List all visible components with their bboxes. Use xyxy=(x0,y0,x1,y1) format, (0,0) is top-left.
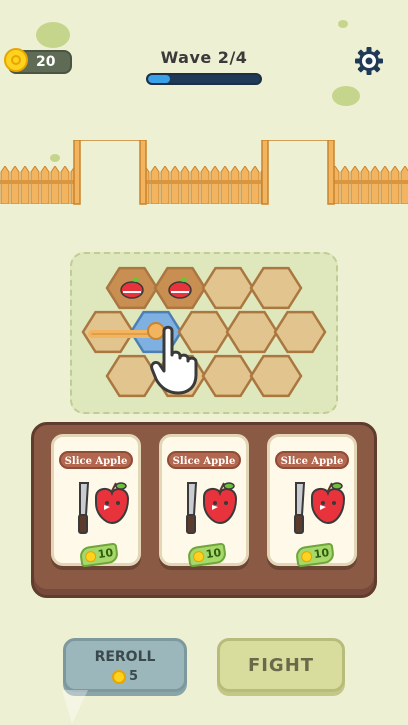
coin-icon xyxy=(192,550,205,563)
fight-label: FIGHT xyxy=(247,655,315,676)
coin-icon xyxy=(300,550,313,563)
knife-icon xyxy=(186,482,198,534)
card-title: Slice Apple xyxy=(275,451,349,469)
card-price: 10 xyxy=(205,546,223,562)
reroll-button[interactable]: REROLL 5 xyxy=(63,638,187,692)
card-price-tag: 10 xyxy=(186,542,228,568)
hex-slot[interactable] xyxy=(249,354,303,398)
hex-slot[interactable] xyxy=(249,266,303,310)
apple-icon xyxy=(311,482,346,525)
knife-apple-art xyxy=(78,482,130,534)
shop-card[interactable]: Slice Apple 10 xyxy=(267,434,357,568)
reroll-cost: 5 xyxy=(66,669,184,684)
hex-slot[interactable] xyxy=(273,310,327,354)
hex-slot[interactable] xyxy=(201,266,255,310)
bush-decoration xyxy=(338,20,348,28)
card-price-tag: 10 xyxy=(294,542,336,568)
gear-icon[interactable] xyxy=(354,46,384,76)
card-price: 10 xyxy=(97,546,115,562)
fence xyxy=(0,140,408,205)
knife-apple-art xyxy=(294,482,346,534)
reroll-label: REROLL xyxy=(94,649,156,665)
shop-card[interactable]: Slice Apple 10 xyxy=(51,434,141,568)
apple-icon xyxy=(95,482,130,525)
bush-decoration xyxy=(332,86,360,106)
wave-progress-fill xyxy=(148,75,171,83)
reroll-cost-value: 5 xyxy=(128,669,139,684)
coin-icon xyxy=(84,550,97,563)
wave-progress-bar xyxy=(146,73,262,85)
wave-label: Wave 2/4 xyxy=(160,48,248,67)
card-price-tag: 10 xyxy=(78,542,120,568)
knife-icon xyxy=(294,482,306,534)
fight-button[interactable]: FIGHT xyxy=(217,638,345,692)
bush-decoration xyxy=(36,22,70,48)
pointing-hand-icon xyxy=(150,325,198,395)
hex-slot[interactable] xyxy=(225,310,279,354)
card-price: 10 xyxy=(313,546,331,562)
shop-card[interactable]: Slice Apple 10 xyxy=(159,434,249,568)
pointer-shadow xyxy=(62,690,88,724)
coin-icon xyxy=(111,669,126,684)
card-title: Slice Apple xyxy=(59,451,133,469)
card-title: Slice Apple xyxy=(167,451,241,469)
knife-apple-art xyxy=(186,482,238,534)
apple-icon xyxy=(203,482,238,525)
knife-icon xyxy=(78,482,90,534)
